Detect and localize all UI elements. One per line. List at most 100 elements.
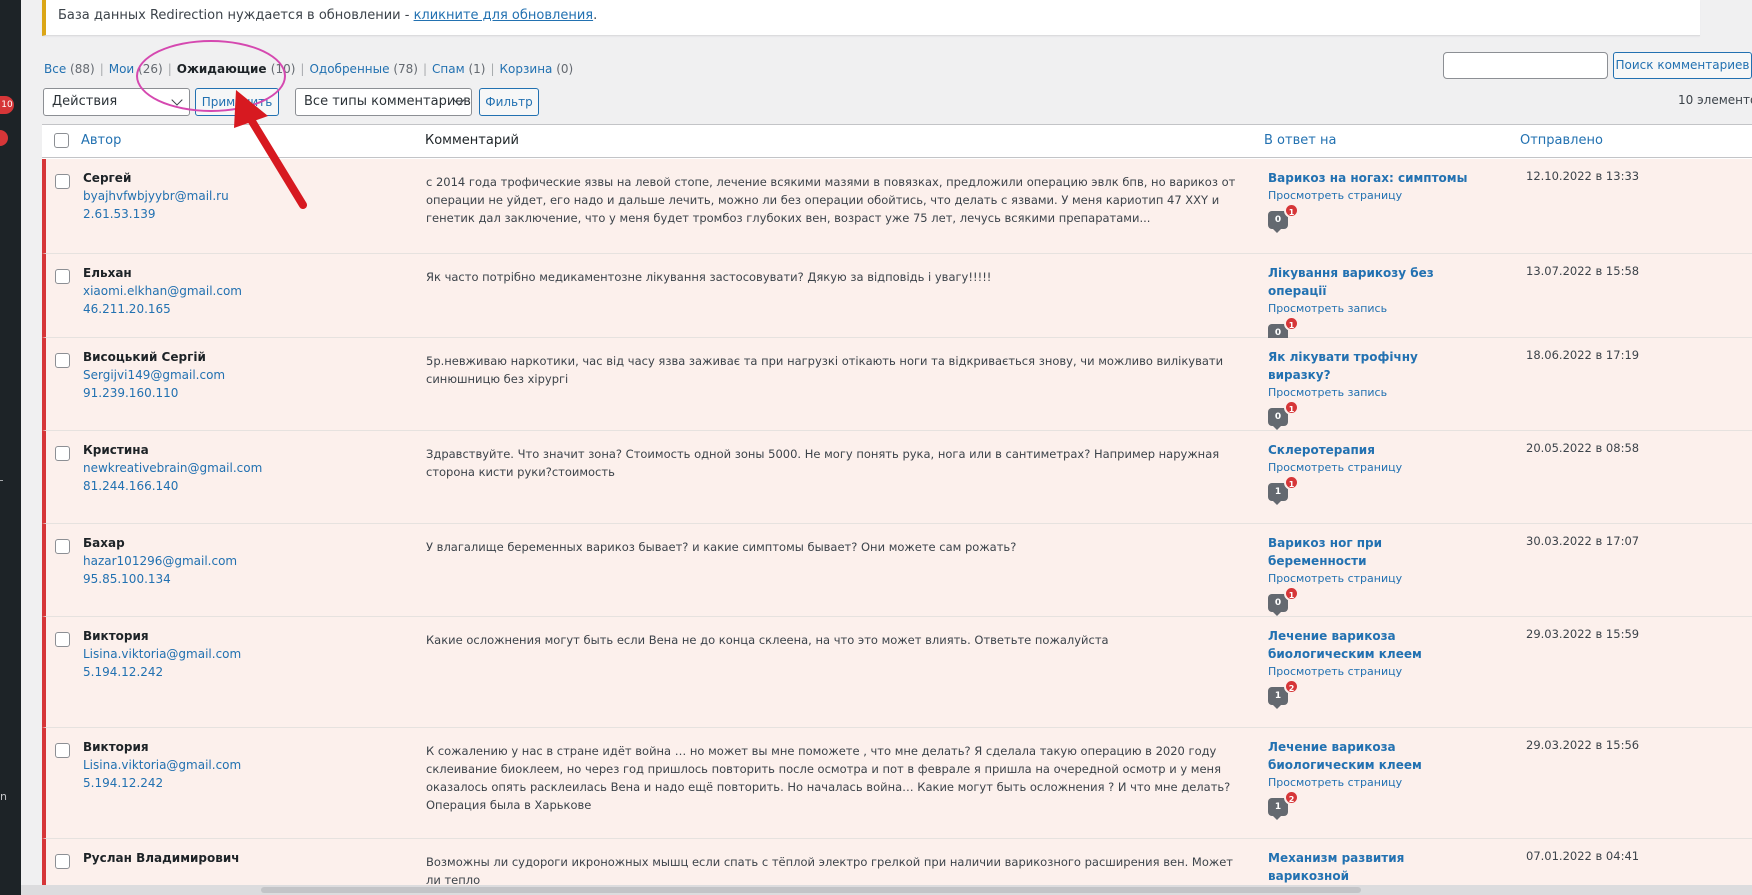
row-checkbox[interactable] (55, 446, 70, 461)
column-submitted[interactable]: Отправлено (1520, 133, 1603, 148)
row-checkbox[interactable] (55, 854, 70, 869)
view-post-link[interactable]: Просмотреть страницу (1268, 663, 1483, 681)
comment-type-value: Все типы комментариев (304, 94, 471, 109)
view-post-link[interactable]: Просмотреть страницу (1268, 187, 1483, 205)
author-name: Кристина (83, 443, 149, 457)
row-checkbox[interactable] (55, 539, 70, 554)
post-link[interactable]: Механизм развития варикозной (1268, 849, 1483, 885)
author-name: Висоцький Сергій (83, 350, 206, 364)
submitted-date[interactable]: 13.07.2022 в 15:58 (1526, 264, 1639, 278)
view-post-link[interactable]: Просмотреть страницу (1268, 570, 1483, 588)
view-post-link[interactable]: Просмотреть страницу (1268, 459, 1483, 477)
comment-author: Руслан Владимирович (83, 849, 240, 867)
submitted-date[interactable]: 29.03.2022 в 15:56 (1526, 738, 1639, 752)
view-post-link[interactable]: Просмотреть запись (1268, 384, 1483, 402)
view-spam[interactable]: Спам (1) (432, 62, 485, 76)
comments-table: Автор Комментарий В ответ на Отправлено … (42, 124, 1752, 895)
notice-end: . (593, 8, 598, 23)
comment-text: К сожалению у нас в стране идёт война … … (426, 744, 1231, 812)
author-ip[interactable]: 46.211.20.165 (83, 300, 242, 318)
scrollbar-thumb[interactable] (261, 887, 1361, 893)
comment-author: Ельхан xiaomi.elkhan@gmail.com 46.211.20… (83, 264, 242, 318)
comment-text: Здравствуйте. Что значит зона? Стоимость… (426, 447, 1220, 479)
sidebar-separator (0, 480, 3, 481)
redirection-update-notice: База данных Redirection нуждается в обно… (42, 0, 1700, 36)
post-link[interactable]: Як лікувати трофічну виразку? (1268, 348, 1483, 384)
response-to: Склеротерапия Просмотреть страницу 11 (1268, 441, 1483, 505)
post-link[interactable]: Лечение варикоза биологическим клеем (1268, 627, 1483, 663)
comment-status-filter: Все (88) | Мои (26) | Ожидающие (10) | Одобрен… (44, 62, 574, 76)
submitted-date[interactable]: 07.01.2022 в 04:41 (1526, 849, 1639, 863)
comment-text: с 2014 года трофические язвы на левой ст… (426, 175, 1236, 225)
author-email[interactable]: xiaomi.elkhan@gmail.com (83, 282, 242, 300)
comment-type-select[interactable]: Все типы комментариев (295, 88, 472, 116)
pending-comments-badge[interactable]: 1 (1284, 586, 1299, 601)
pending-comments-badge[interactable]: 2 (1284, 790, 1299, 805)
author-email[interactable]: hazar101296@gmail.com (83, 552, 237, 570)
submitted-date[interactable]: 29.03.2022 в 15:59 (1526, 627, 1639, 641)
submitted-date[interactable]: 20.05.2022 в 08:58 (1526, 441, 1639, 455)
view-post-link[interactable]: Просмотреть страницу (1268, 774, 1483, 792)
column-comment: Комментарий (425, 133, 519, 148)
table-row: Виктория Lisina.viktoria@gmail.com 5.194… (42, 617, 1752, 728)
search-input[interactable] (1443, 52, 1608, 79)
post-link[interactable]: Лікування варикозу без операції (1268, 264, 1483, 300)
post-link[interactable]: Лечение варикоза биологическим клеем (1268, 738, 1483, 774)
notice-update-link[interactable]: кликните для обновления (414, 8, 594, 23)
table-row: Ельхан xiaomi.elkhan@gmail.com 46.211.20… (42, 254, 1752, 346)
author-ip[interactable]: 81.244.166.140 (83, 477, 262, 495)
comment-text: Возможны ли судороги икроножных мышц есл… (426, 855, 1233, 887)
author-email[interactable]: byajhvfwbjyybr@mail.ru (83, 187, 229, 205)
horizontal-scrollbar[interactable] (21, 885, 1752, 895)
pending-comments-badge[interactable]: 2 (1284, 679, 1299, 694)
author-ip[interactable]: 5.194.12.242 (83, 774, 241, 792)
author-email[interactable]: newkreativebrain@gmail.com (83, 459, 262, 477)
post-link[interactable]: Варикоз ног при беременности (1268, 534, 1483, 570)
author-ip[interactable]: 95.85.100.134 (83, 570, 237, 588)
submitted-date[interactable]: 18.06.2022 в 17:19 (1526, 348, 1639, 362)
view-approved[interactable]: Одобренные (78) (309, 62, 418, 76)
author-ip[interactable]: 2.61.53.139 (83, 205, 229, 223)
author-name: Сергей (83, 171, 132, 185)
table-row: Сергей byajhvfwbjyybr@mail.ru 2.61.53.13… (42, 159, 1752, 254)
sidebar-item-label[interactable]: n (0, 790, 7, 803)
table-row: Виктория Lisina.viktoria@gmail.com 5.194… (42, 728, 1752, 839)
row-checkbox[interactable] (55, 269, 70, 284)
view-all[interactable]: Все (88) (44, 62, 95, 76)
response-to: Лечение варикоза биологическим клеем Про… (1268, 738, 1483, 820)
comment-text: Як часто потрібно медикаментозне лікуван… (426, 270, 992, 284)
table-header: Автор Комментарий В ответ на Отправлено (42, 125, 1752, 158)
pending-comments-badge[interactable]: 1 (1284, 316, 1299, 331)
response-to: Як лікувати трофічну виразку? Просмотрет… (1268, 348, 1483, 430)
row-checkbox[interactable] (55, 632, 70, 647)
author-ip[interactable]: 5.194.12.242 (83, 663, 241, 681)
author-email[interactable]: Sergijvi149@gmail.com (83, 366, 225, 384)
author-email[interactable]: Lisina.viktoria@gmail.com (83, 645, 241, 663)
post-link[interactable]: Варикоз на ногах: симптомы (1268, 169, 1483, 187)
author-email[interactable]: Lisina.viktoria@gmail.com (83, 756, 241, 774)
column-response[interactable]: В ответ на (1264, 133, 1336, 148)
response-to: Варикоз ног при беременности Просмотреть… (1268, 534, 1483, 616)
author-name: Бахар (83, 536, 125, 550)
row-checkbox[interactable] (55, 743, 70, 758)
pending-comments-badge[interactable]: 1 (1284, 400, 1299, 415)
column-author[interactable]: Автор (81, 133, 121, 148)
view-trash[interactable]: Корзина (0) (500, 62, 574, 76)
pending-comments-badge[interactable]: 1 (1284, 203, 1299, 218)
filter-button[interactable]: Фильтр (479, 88, 539, 116)
submitted-date[interactable]: 30.03.2022 в 17:07 (1526, 534, 1639, 548)
submitted-date[interactable]: 12.10.2022 в 13:33 (1526, 169, 1639, 183)
row-checkbox[interactable] (55, 353, 70, 368)
row-checkbox[interactable] (55, 174, 70, 189)
response-to: Варикоз на ногах: симптомы Просмотреть с… (1268, 169, 1483, 233)
pending-comments-badge[interactable]: 1 (1284, 475, 1299, 490)
search-comments-button[interactable]: Поиск комментариев (1613, 52, 1752, 79)
author-ip[interactable]: 91.239.160.110 (83, 384, 225, 402)
notice-text: База данных Redirection нуждается в обно… (58, 8, 414, 23)
comment-author: Висоцький Сергій Sergijvi149@gmail.com 9… (83, 348, 225, 402)
post-link[interactable]: Склеротерапия (1268, 441, 1483, 459)
select-all-checkbox[interactable] (54, 133, 69, 148)
view-post-link[interactable]: Просмотреть запись (1268, 300, 1483, 318)
response-to: Лікування варикозу без операції Просмотр… (1268, 264, 1483, 346)
annotation-circle (136, 40, 286, 112)
